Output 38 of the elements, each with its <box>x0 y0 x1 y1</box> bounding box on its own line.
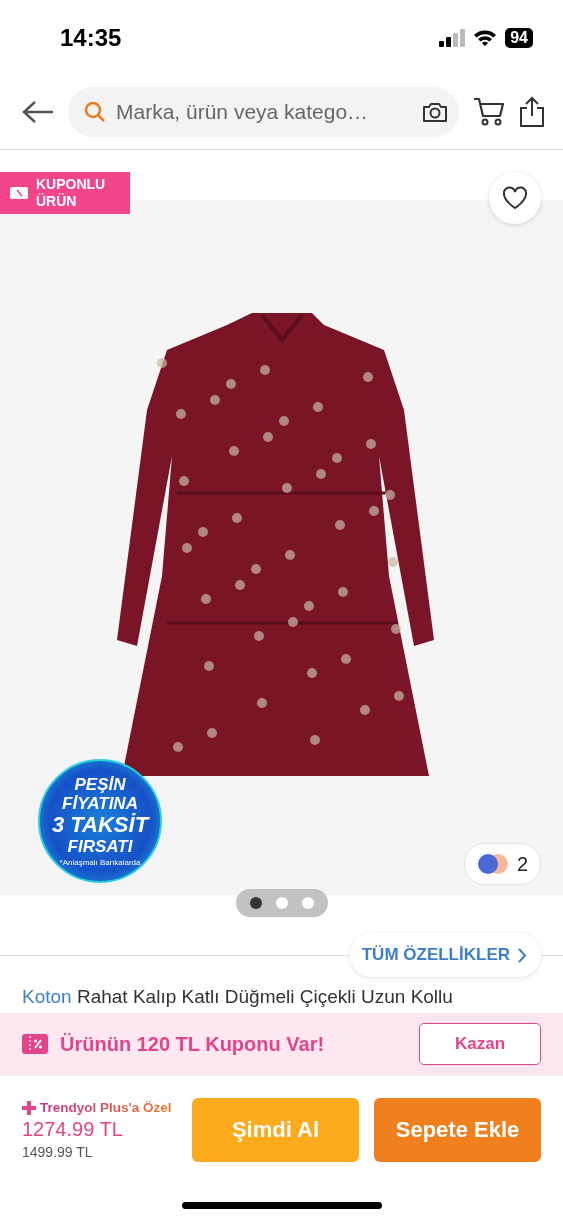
camera-icon[interactable] <box>421 100 449 124</box>
signal-icon <box>439 28 466 47</box>
promo-text: FIRSATI <box>67 837 133 856</box>
ticket-icon <box>10 187 28 199</box>
promo-text: PEŞİN <box>74 775 126 794</box>
brand-link[interactable]: Koton <box>22 986 72 1007</box>
plus-exclusive-label: Trendyol Plus'a Özel <box>40 1100 172 1115</box>
coupon-icon <box>22 1034 48 1054</box>
heart-icon <box>502 186 528 210</box>
coupon-text: Ürünün 120 TL Kuponu Var! <box>60 1032 325 1056</box>
earn-coupon-button[interactable]: Kazan <box>419 1023 541 1065</box>
search-bar[interactable]: Marka, ürün veya katego… <box>68 87 459 137</box>
promo-text: FİYATINA <box>62 794 138 813</box>
product-title: Rahat Kalıp Katlı Düğmeli Çiçekli Uzun Kollu <box>76 986 453 1007</box>
cart-icon[interactable] <box>473 97 505 127</box>
search-field[interactable]: Marka, ürün veya katego… <box>114 99 413 125</box>
battery-level: 94 <box>505 27 533 48</box>
back-arrow-icon[interactable] <box>22 100 54 124</box>
favorite-button[interactable] <box>489 172 541 224</box>
search-icon <box>84 101 106 123</box>
color-count: 2 <box>516 852 528 876</box>
add-to-cart-button[interactable]: Sepete Ekle <box>374 1098 541 1162</box>
chevron-right-icon <box>518 947 527 963</box>
promo-note: *Anlaşmalı Bankalarda <box>59 858 141 867</box>
wifi-icon <box>473 28 498 47</box>
plus-icon <box>22 1100 36 1115</box>
share-icon[interactable] <box>519 96 545 128</box>
all-features-button[interactable]: TÜM ÖZELLİKLER <box>349 933 541 977</box>
color-circles-icon <box>476 853 509 875</box>
status-time: 14:35 <box>60 23 122 52</box>
badge-label: KUPONLU ÜRÜN <box>36 176 106 210</box>
carousel-dot[interactable] <box>275 897 288 909</box>
old-price: 1499.99 TL <box>22 1144 94 1160</box>
carousel-dot[interactable] <box>249 897 262 909</box>
price: 1274.99 TL <box>22 1118 124 1141</box>
color-options-button[interactable]: 2 <box>463 843 541 885</box>
carousel-dot[interactable] <box>301 897 314 909</box>
promo-text: 3 TAKSİT <box>51 813 149 837</box>
